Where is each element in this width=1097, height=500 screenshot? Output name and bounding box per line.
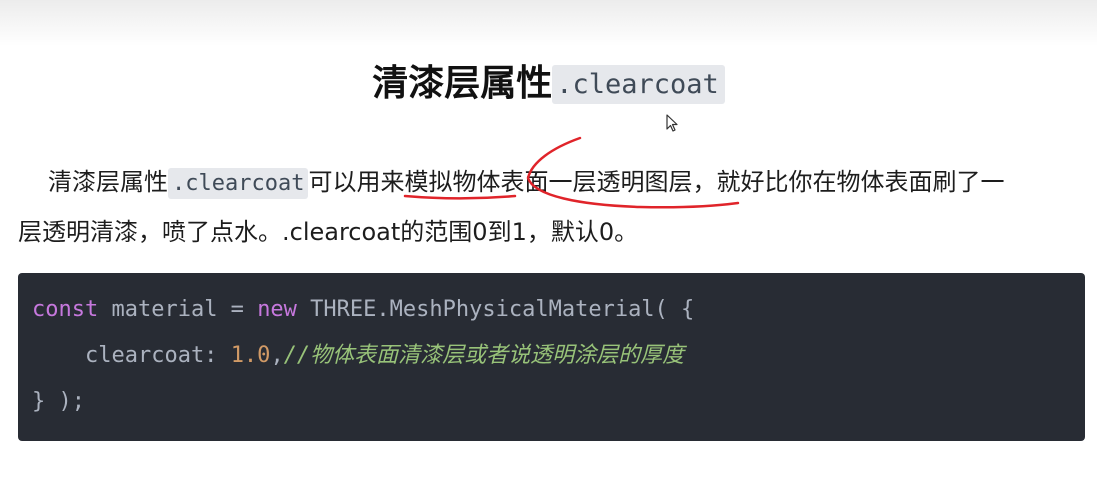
code-text: clearcoat: xyxy=(32,343,231,368)
heading-inline-code: .clearcoat xyxy=(552,65,725,104)
paragraph-line-1: 清漆层属性 .clearcoat 可以用来模拟物体表面一层透明图层，就好比你在物体表… xyxy=(18,158,1084,208)
code-line-2: clearcoat: 1.0,//物体表面清漆层或者说透明涂层的厚度 xyxy=(32,333,1085,379)
code-keyword: new xyxy=(257,297,297,322)
code-number: 1.0 xyxy=(230,343,271,368)
paragraph-line-2: 层透明清漆，喷了点水。.clearcoat的范围0到1，默认0。 xyxy=(18,218,639,246)
section-heading: 清漆层属性 .clearcoat xyxy=(0,62,1097,107)
code-line-1: const material = new THREE.MeshPhysicalM… xyxy=(32,287,1085,333)
paragraph-text: 可以用来模拟物体表面一层透明图层，就好比你在物体表面刷了一 xyxy=(308,168,1005,196)
code-line-3: } ); xyxy=(32,389,85,414)
code-keyword: const xyxy=(32,297,99,322)
code-text: , xyxy=(270,343,284,368)
paragraph-inline-code: .clearcoat xyxy=(168,168,309,199)
code-comment: //物体表面清漆层或者说透明涂层的厚度 xyxy=(283,343,685,368)
top-shade xyxy=(0,0,1097,46)
paragraph-text: 清漆层属性 xyxy=(48,168,168,196)
heading-text: 清漆层属性 xyxy=(372,63,553,104)
code-block[interactable]: const material = new THREE.MeshPhysicalM… xyxy=(18,273,1085,441)
mouse-pointer-icon xyxy=(666,114,678,132)
code-text: material = xyxy=(98,297,258,322)
description-paragraph: 清漆层属性 .clearcoat 可以用来模拟物体表面一层透明图层，就好比你在物体表… xyxy=(18,158,1084,256)
code-text: THREE.MeshPhysicalMaterial( { xyxy=(296,297,695,322)
